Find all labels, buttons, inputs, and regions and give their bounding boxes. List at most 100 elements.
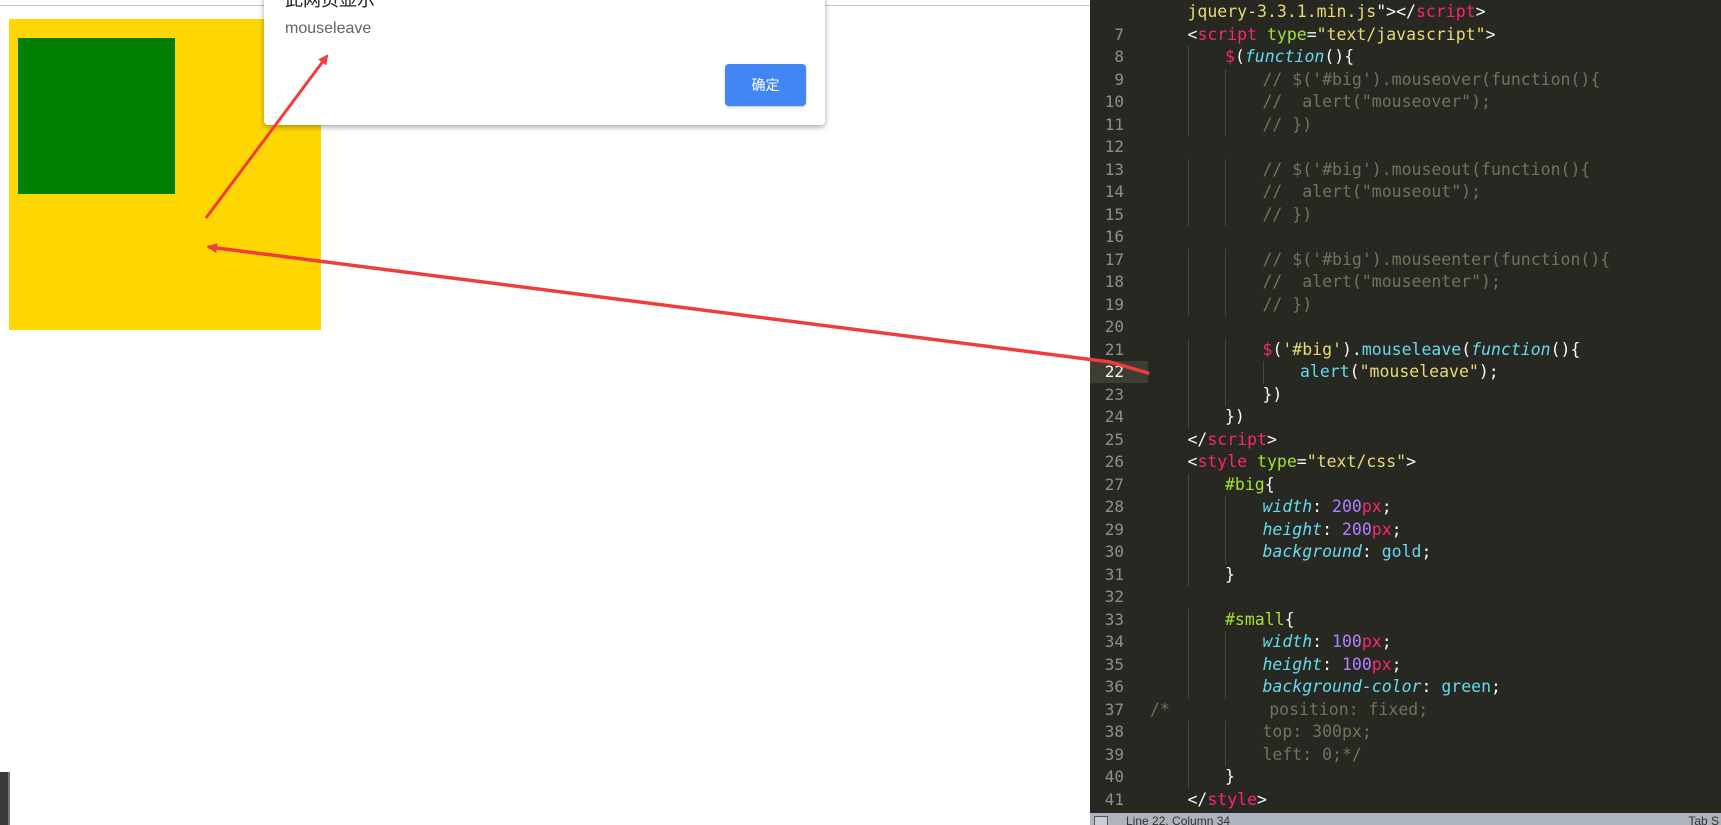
code-line[interactable]: // alert("mouseover"); (1263, 91, 1491, 114)
code-line[interactable]: left: 0;*/ (1263, 744, 1362, 767)
code-line[interactable]: width: 200px; (1263, 496, 1392, 519)
code-line[interactable]: $('#big').mouseleave(function(){ (1263, 339, 1581, 362)
indent-guide (1225, 181, 1226, 204)
code-token: < (1187, 452, 1198, 471)
line-number: 26 (1104, 452, 1124, 471)
dialog-ok-button[interactable]: 确定 (725, 64, 806, 106)
code-token: } (1225, 564, 1235, 584)
code-token: left: 0;*/ (1262, 744, 1362, 764)
indent-guide (1187, 631, 1189, 654)
code-line[interactable]: background: gold; (1263, 541, 1432, 564)
code-token: ; (1381, 497, 1392, 516)
code-line[interactable]: // alert("mouseenter"); (1263, 271, 1501, 294)
code-line[interactable]: // $('#big').mouseover(function(){ (1263, 69, 1601, 92)
code-line[interactable]: } (1225, 766, 1235, 789)
scrollbar-thumb[interactable] (0, 772, 10, 825)
code-token: "> (1376, 2, 1397, 21)
small-box[interactable] (18, 38, 175, 194)
code-line[interactable]: } (1225, 564, 1235, 587)
code-token: width (1262, 632, 1313, 651)
code-token: #big (1225, 474, 1265, 494)
line-number: 23 (1104, 384, 1124, 404)
indent-guide (1225, 203, 1226, 226)
code-line[interactable]: alert("mouseleave"); (1300, 361, 1499, 384)
code-line[interactable]: <style type="text/css"> (1188, 451, 1417, 474)
code-line[interactable]: height: 200px; (1263, 519, 1402, 542)
code-line[interactable]: // }) (1263, 294, 1313, 317)
code-token: } (1225, 767, 1235, 786)
indent-guide (1187, 541, 1189, 564)
code-line[interactable]: // }) (1263, 204, 1313, 227)
indent-guide (1187, 518, 1189, 541)
code-line[interactable]: top: 300px; (1263, 721, 1372, 744)
code-line[interactable]: <script type="text/javascript"> (1188, 24, 1496, 47)
indent-guide (1225, 91, 1226, 114)
line-number: 29 (1104, 519, 1124, 539)
code-token: : (1322, 654, 1342, 674)
code-token: "text/javascript" (1316, 24, 1486, 44)
code-token: script (1416, 2, 1476, 21)
code-line[interactable]: background-color: green; (1263, 676, 1501, 699)
code-token: ( (1272, 339, 1283, 359)
browser-viewport: 此网页显示 mouseleave 确定 (0, 0, 1090, 825)
code-token: green (1441, 677, 1491, 696)
code-token: // alert("mouseover"); (1262, 92, 1491, 111)
code-line[interactable]: }) (1263, 384, 1283, 407)
code-line[interactable]: </script> (1188, 429, 1277, 452)
code-token: "text/css" (1306, 452, 1407, 471)
code-line[interactable]: // $('#big').mouseout(function(){ (1263, 159, 1591, 182)
code-line[interactable]: // alert("mouseout"); (1263, 181, 1482, 204)
code-line[interactable]: $(function(){ (1225, 46, 1354, 69)
line-number: 12 (1104, 137, 1124, 156)
indent-guide (1187, 653, 1189, 676)
indent-guide (1225, 338, 1226, 361)
panel-toggle-icon[interactable] (1094, 816, 1108, 825)
indent-guide (1187, 46, 1189, 69)
line-number: 40 (1104, 767, 1124, 786)
code-line[interactable]: // $('#big').mouseenter(function(){ (1263, 249, 1611, 272)
indent-guide (1225, 631, 1226, 654)
code-token: ; (1491, 677, 1501, 696)
line-number: 17 (1104, 249, 1124, 269)
code-line[interactable]: }) (1225, 406, 1245, 429)
code-token: ( (1349, 362, 1360, 381)
code-line[interactable]: height: 100px; (1263, 654, 1402, 677)
code-token: mouseleave (1361, 339, 1462, 359)
code-token: function (1244, 47, 1325, 66)
indent-guide (1187, 361, 1189, 384)
code-token: script (1207, 429, 1267, 449)
code-line[interactable]: #big{ (1225, 474, 1275, 497)
indent-guide (1187, 293, 1189, 316)
indent-guide (1187, 113, 1189, 136)
line-number: 24 (1104, 407, 1124, 426)
code-token: = (1306, 24, 1317, 44)
code-token: { (1284, 609, 1295, 629)
code-token: > (1266, 429, 1277, 449)
code-token: : (1312, 497, 1333, 516)
indent-guide (1225, 383, 1226, 406)
status-tab-size[interactable]: Tab S (1688, 814, 1719, 825)
code-area[interactable]: jquery-3.3.1.min.js"></script> <script ty… (1148, 0, 1721, 813)
line-number: 16 (1104, 227, 1124, 246)
code-token: (){ (1324, 47, 1355, 66)
line-number: 38 (1104, 722, 1124, 741)
indent-guide (1225, 293, 1226, 316)
line-number: 14 (1104, 182, 1124, 201)
code-token: : (1361, 542, 1382, 561)
code-token: ); (1478, 362, 1499, 381)
code-line[interactable]: width: 100px; (1263, 631, 1392, 654)
code-editor[interactable]: 7 8 9 10 11 12 13 14 15 16 17 18 19 20 21 22 23 24 25 26 27 2… (1090, 0, 1721, 825)
code-line[interactable]: /* position: fixed; (1150, 699, 1428, 722)
indent-guide (1187, 473, 1189, 496)
indent-guide (1187, 563, 1189, 586)
code-token: style (1197, 452, 1248, 471)
code-token: gold (1381, 542, 1422, 561)
code-line[interactable]: // }) (1263, 114, 1313, 137)
code-line[interactable]: #small{ (1225, 609, 1295, 632)
code-line[interactable]: jquery-3.3.1.min.js"></script> (1188, 1, 1486, 24)
code-line[interactable]: </style> (1188, 789, 1267, 812)
code-token: < (1187, 24, 1198, 44)
indent-guide (1225, 68, 1226, 91)
